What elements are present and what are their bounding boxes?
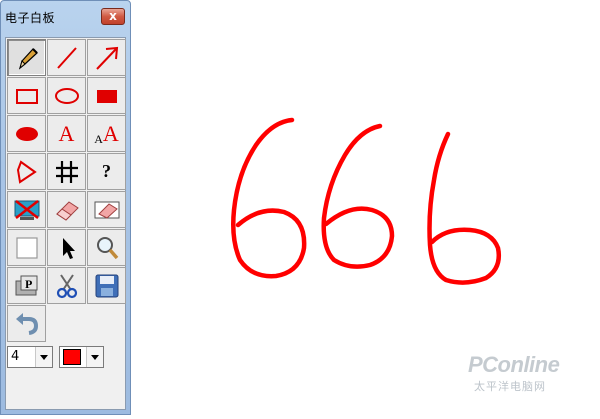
watermark-subtitle: 太平洋电脑网 [474, 380, 546, 393]
text-size-tool-button[interactable]: A A [87, 115, 126, 152]
digit-six-1-stroke [231, 117, 307, 279]
tool-panel: A A A ? P 4 [5, 37, 126, 410]
screen: 电子白板 x A A A ? P 4 PConline 太平洋电脑网 [0, 0, 600, 419]
chevron-down-icon[interactable] [35, 347, 52, 367]
window-title: 电子白板 [5, 11, 56, 25]
eraser-icon [55, 200, 79, 221]
help-icon: ? [102, 161, 111, 181]
undo-icon [15, 312, 38, 335]
chevron-down-icon[interactable] [86, 347, 103, 367]
pencil-icon [18, 47, 38, 70]
rectangle-tool-button[interactable] [7, 77, 46, 114]
blank-canvas-icon [15, 236, 38, 259]
tool-palette-window: 电子白板 x A A A ? P 4 [0, 0, 131, 415]
grid-icon [55, 160, 78, 183]
title-bar[interactable]: 电子白板 x [1, 1, 130, 31]
text-tool-button[interactable]: A [47, 115, 86, 152]
pencil-tool-button[interactable] [7, 39, 46, 76]
ellipse-tool-button[interactable] [47, 77, 86, 114]
ellipse-filled-icon [15, 126, 38, 141]
pointer-icon [62, 237, 75, 259]
floppy-disk-icon [95, 274, 118, 297]
rectangle-outline-icon [15, 88, 38, 104]
color-swatch [63, 349, 81, 365]
rectangle-filled-icon [96, 89, 117, 103]
line-width-select[interactable]: 4 [7, 346, 53, 368]
line-tool-button[interactable] [47, 39, 86, 76]
color-select[interactable] [59, 346, 104, 368]
blank-tool-button[interactable] [7, 229, 46, 266]
scissors-icon [56, 273, 77, 298]
stamp-tool-button[interactable]: P [7, 267, 46, 304]
eraser-tool-button[interactable] [47, 191, 86, 228]
help-tool-button[interactable]: ? [87, 153, 126, 190]
grid-tool-button[interactable] [47, 153, 86, 190]
svg-text:P: P [25, 277, 32, 291]
digit-six-2-stroke [321, 123, 395, 269]
filled-ellipse-tool-button[interactable] [7, 115, 46, 152]
magnifier-icon [96, 236, 118, 259]
cut-tool-button[interactable] [47, 267, 86, 304]
stamp-icon: P [15, 275, 37, 295]
arrow-tool-button[interactable] [87, 39, 126, 76]
polygon-tool-button[interactable] [7, 153, 46, 190]
polygon-icon [16, 159, 37, 184]
undo-tool-button[interactable] [7, 305, 46, 342]
select-tool-button[interactable] [47, 229, 86, 266]
clear-screen-tool-button[interactable] [7, 191, 46, 228]
text-icon: A [58, 120, 75, 146]
arrow-icon [95, 46, 118, 70]
watermark-logo: PConline [468, 352, 560, 377]
zoom-tool-button[interactable] [87, 229, 126, 266]
line-icon [56, 46, 77, 69]
close-button[interactable]: x [101, 8, 125, 25]
clear-screen-icon [14, 199, 39, 220]
digit-six-3-stroke [427, 131, 501, 285]
area-eraser-icon [94, 201, 119, 219]
area-eraser-tool-button[interactable] [87, 191, 126, 228]
filled-rectangle-tool-button[interactable] [87, 77, 126, 114]
text-size-icon: A A [94, 120, 119, 146]
canvas-drawing[interactable] [200, 100, 520, 300]
save-tool-button[interactable] [87, 267, 126, 304]
line-width-value: 4 [11, 349, 20, 364]
ellipse-outline-icon [54, 87, 79, 104]
